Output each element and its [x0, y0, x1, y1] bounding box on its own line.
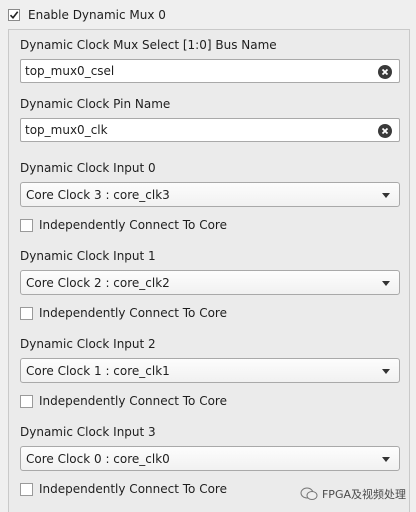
enable-dynamic-mux-label: Enable Dynamic Mux 0 — [28, 8, 166, 22]
clock-input-1-label: Dynamic Clock Input 1 — [20, 249, 156, 263]
clock-input-3-select[interactable]: Core Clock 0 : core_clk0 — [20, 446, 400, 471]
clock-input-1-value: Core Clock 2 : core_clk2 — [26, 276, 170, 290]
connect-core-2-row[interactable]: Independently Connect To Core — [20, 393, 227, 409]
clock-input-0-label: Dynamic Clock Input 0 — [20, 161, 156, 175]
watermark-text: FPGA及视频处理 — [321, 488, 406, 501]
connect-core-1-checkbox[interactable] — [20, 306, 33, 320]
connect-core-3-label: Independently Connect To Core — [39, 482, 227, 496]
bus-name-field[interactable]: top_mux0_csel — [20, 59, 400, 83]
clock-input-2-label: Dynamic Clock Input 2 — [20, 337, 156, 351]
clock-input-2-select[interactable]: Core Clock 1 : core_clk1 — [20, 358, 400, 383]
connect-core-0-row[interactable]: Independently Connect To Core — [20, 217, 227, 233]
connect-core-0-checkbox[interactable] — [20, 218, 33, 232]
bus-name-value: top_mux0_csel — [25, 64, 115, 78]
clear-pin-name-button[interactable] — [378, 124, 392, 138]
chevron-down-icon — [382, 457, 390, 462]
watermark: FPGA及视频处理 — [300, 486, 406, 502]
clear-icon — [381, 68, 389, 76]
pin-name-value: top_mux0_clk — [25, 123, 108, 137]
clear-icon — [381, 127, 389, 135]
clock-input-3-label: Dynamic Clock Input 3 — [20, 425, 156, 439]
chevron-down-icon — [382, 369, 390, 374]
connect-core-3-checkbox[interactable] — [20, 482, 33, 496]
enable-dynamic-mux-row[interactable]: Enable Dynamic Mux 0 — [8, 7, 166, 23]
chevron-down-icon — [382, 193, 390, 198]
connect-core-2-checkbox[interactable] — [20, 394, 33, 408]
clear-bus-name-button[interactable] — [378, 65, 392, 79]
pin-name-field[interactable]: top_mux0_clk — [20, 118, 400, 142]
pin-name-label: Dynamic Clock Pin Name — [20, 97, 171, 111]
enable-dynamic-mux-checkbox[interactable] — [8, 9, 20, 21]
connect-core-2-label: Independently Connect To Core — [39, 394, 227, 408]
connect-core-1-row[interactable]: Independently Connect To Core — [20, 305, 227, 321]
bus-name-label: Dynamic Clock Mux Select [1:0] Bus Name — [20, 38, 277, 52]
connect-core-3-row[interactable]: Independently Connect To Core — [20, 481, 227, 497]
clock-input-3-value: Core Clock 0 : core_clk0 — [26, 452, 170, 466]
clock-input-2-value: Core Clock 1 : core_clk1 — [26, 364, 170, 378]
clock-input-0-value: Core Clock 3 : core_clk3 — [26, 188, 170, 202]
clock-input-1-select[interactable]: Core Clock 2 : core_clk2 — [20, 270, 400, 295]
wechat-logo-icon — [300, 487, 318, 500]
connect-core-1-label: Independently Connect To Core — [39, 306, 227, 320]
chevron-down-icon — [382, 281, 390, 286]
clock-input-0-select[interactable]: Core Clock 3 : core_clk3 — [20, 182, 400, 207]
connect-core-0-label: Independently Connect To Core — [39, 218, 227, 232]
check-icon — [9, 11, 19, 20]
